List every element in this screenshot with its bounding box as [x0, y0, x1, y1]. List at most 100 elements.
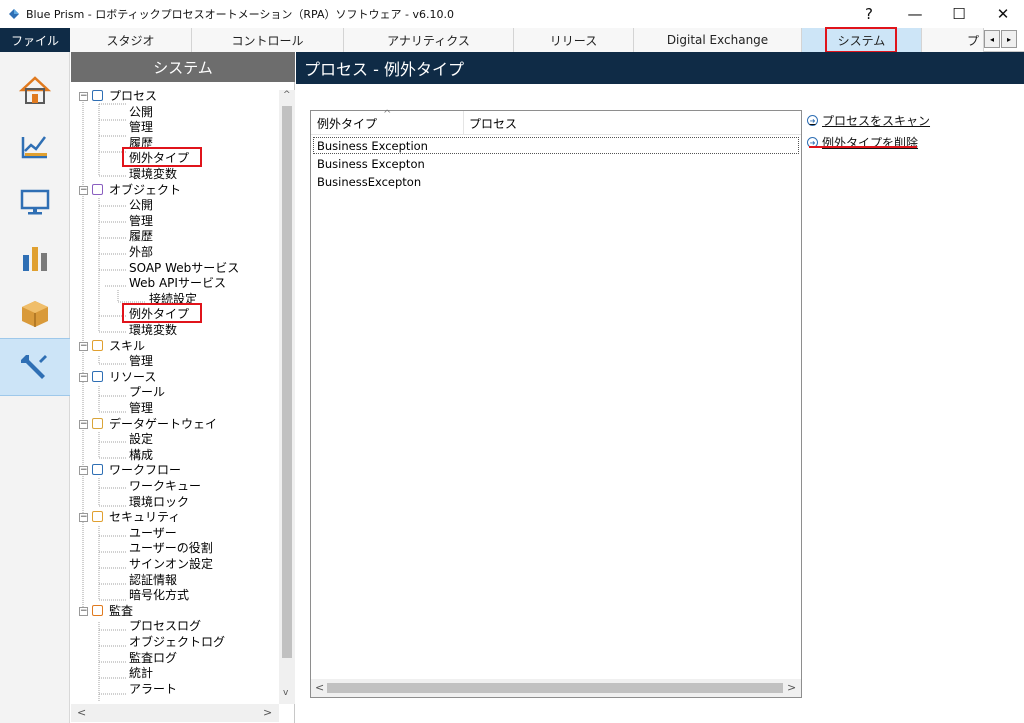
tree-node[interactable]: 統計 — [129, 665, 153, 681]
tree-node-category[interactable]: セキュリティ — [109, 509, 180, 525]
column-header-exception-type[interactable]: 例外タイプ — [317, 115, 377, 132]
tree-node-label: ワークフロー — [109, 463, 182, 478]
tree-node-category[interactable]: ワークフロー — [109, 462, 181, 478]
exception-type-highlight — [122, 303, 202, 324]
tab-release[interactable]: リリース — [514, 28, 634, 52]
list-scroll-right-icon[interactable]: > — [787, 681, 796, 694]
tree-node[interactable]: ワークキュー — [129, 478, 201, 494]
tree-scroll-thumb[interactable] — [282, 106, 292, 658]
tree-node[interactable]: 公開 — [129, 197, 153, 213]
tab-studio[interactable]: スタジオ — [70, 28, 192, 52]
tree-node[interactable]: 環境変数 — [129, 322, 177, 338]
tree-node[interactable]: 環境ロック — [129, 494, 189, 510]
tree-node-category[interactable]: リソース — [109, 369, 156, 385]
tree-collapse-icon[interactable]: − — [79, 419, 88, 429]
tree-node[interactable]: SOAP Webサービス — [129, 260, 239, 276]
navigation-icon-strip — [0, 52, 70, 723]
tree-collapse-icon[interactable]: − — [79, 606, 88, 616]
list-horizontal-scrollbar[interactable]: < > — [311, 679, 801, 697]
tree-collapse-icon[interactable]: − — [79, 92, 88, 101]
tree-node[interactable]: 履歴 — [129, 228, 153, 244]
list-row[interactable]: Business Excepton — [317, 157, 425, 171]
tree-node-label: 公開 — [129, 104, 154, 119]
list-row[interactable]: Business Exception — [317, 139, 428, 153]
control-nav-button[interactable] — [0, 174, 70, 230]
tab-digital-exchange[interactable]: Digital Exchange — [634, 28, 802, 52]
scan-processes-link[interactable]: ➜ プロセスをスキャン — [807, 112, 930, 129]
tab-control[interactable]: コントロール — [192, 28, 344, 52]
tab-scroll-left-button[interactable]: ◂ — [984, 30, 1000, 48]
tree-node[interactable]: 環境変数 — [129, 166, 177, 182]
tree-node-category[interactable]: データゲートウェイ — [109, 416, 217, 432]
tree-node[interactable]: 設定 — [129, 431, 153, 447]
tree-node[interactable]: アラート — [129, 681, 177, 697]
delete-exception-type-label[interactable]: 例外タイプを削除 — [822, 134, 918, 151]
tree-scroll-right-icon[interactable]: > — [263, 706, 272, 719]
tree-collapse-icon[interactable]: − — [79, 185, 88, 195]
tree-node[interactable]: Web APIサービス — [129, 275, 226, 291]
tree-node[interactable]: 外部 — [129, 244, 153, 260]
tree-node[interactable]: サインオン設定 — [129, 556, 213, 572]
tree-collapse-icon[interactable]: − — [79, 372, 88, 382]
control-icon — [20, 189, 50, 215]
minimize-button[interactable]: — — [892, 0, 938, 28]
tree-node-category[interactable]: オブジェクト — [109, 182, 181, 198]
tree-node[interactable]: 構成 — [129, 447, 153, 463]
tree-node[interactable]: プール — [129, 384, 165, 400]
tree-node[interactable]: 認証情報 — [129, 572, 177, 588]
delete-exception-type-link[interactable]: ➜ 例外タイプを削除 — [807, 134, 918, 151]
tree-node-category[interactable]: スキル — [109, 338, 145, 354]
skill-icon — [92, 339, 103, 351]
tree-node[interactable]: ユーザーの役割 — [129, 540, 213, 556]
tree-node-label: 暗号化方式 — [129, 588, 190, 603]
close-button[interactable]: ✕ — [980, 0, 1024, 28]
tab-scroll-right-button[interactable]: ▸ — [1001, 30, 1017, 48]
home-nav-button[interactable] — [0, 62, 70, 118]
tree-node[interactable]: 監査ログ — [129, 650, 177, 666]
tree-node-label: SOAP Webサービス — [129, 260, 240, 275]
tab-analytics[interactable]: アナリティクス — [344, 28, 514, 52]
tree-node-label: スキル — [109, 338, 146, 353]
maximize-button[interactable]: ☐ — [936, 0, 982, 28]
column-divider[interactable] — [463, 111, 464, 135]
tree-node[interactable]: 管理 — [129, 400, 153, 416]
system-icon — [21, 355, 47, 379]
tree-collapse-icon[interactable]: − — [79, 466, 88, 476]
file-menu-tab[interactable]: ファイル — [0, 28, 70, 52]
tree-node[interactable]: 公開 — [129, 104, 153, 120]
tree-node[interactable]: 管理 — [129, 213, 153, 229]
scan-processes-label[interactable]: プロセスをスキャン — [822, 112, 930, 129]
tree-vertical-scrollbar[interactable]: ^ v — [279, 90, 295, 704]
tree-collapse-icon[interactable]: − — [79, 513, 88, 523]
tree-node[interactable]: 管理 — [129, 353, 153, 369]
tree-node[interactable]: ユーザー — [129, 525, 177, 541]
studio-nav-button[interactable] — [0, 118, 70, 174]
analytics-nav-button[interactable] — [0, 230, 70, 286]
list-scroll-thumb[interactable] — [327, 683, 783, 693]
system-nav-button[interactable] — [0, 338, 70, 396]
tree-node-category[interactable]: 監査 — [109, 603, 133, 619]
tree-node[interactable]: オブジェクトログ — [129, 634, 225, 650]
help-button[interactable]: ? — [846, 0, 892, 28]
column-header-process[interactable]: プロセス — [469, 115, 517, 132]
scroll-up-arrow-icon[interactable]: ^ — [283, 90, 291, 100]
exception-types-list[interactable]: 例外タイプ ^ プロセス Business Exception Business… — [310, 109, 802, 698]
release-nav-button[interactable] — [0, 286, 70, 342]
tree-node-label: 構成 — [129, 447, 154, 462]
scroll-down-arrow-icon[interactable]: v — [283, 688, 288, 698]
tab-partial[interactable]: プ — [922, 28, 984, 52]
tree-collapse-icon[interactable]: − — [79, 341, 88, 351]
tree-node-category[interactable]: プロセス — [109, 88, 157, 104]
tree-node-label: ワークキュー — [129, 479, 202, 493]
tree-node[interactable]: 暗号化方式 — [129, 587, 189, 603]
tree-node[interactable]: プロセスログ — [129, 618, 201, 634]
list-row[interactable]: BusinessExcepton — [317, 175, 421, 189]
tree-scroll-left-icon[interactable]: < — [77, 706, 86, 719]
tree-node[interactable]: 管理 — [129, 119, 153, 135]
list-scroll-left-icon[interactable]: < — [315, 681, 324, 694]
tree-node-label: セキュリティ — [109, 510, 181, 525]
tree-horizontal-scrollbar[interactable]: < > — [71, 704, 279, 722]
tree-node-label: ユーザー — [129, 525, 177, 540]
resource-icon — [92, 370, 103, 382]
tree-node-label: 管理 — [129, 213, 154, 228]
